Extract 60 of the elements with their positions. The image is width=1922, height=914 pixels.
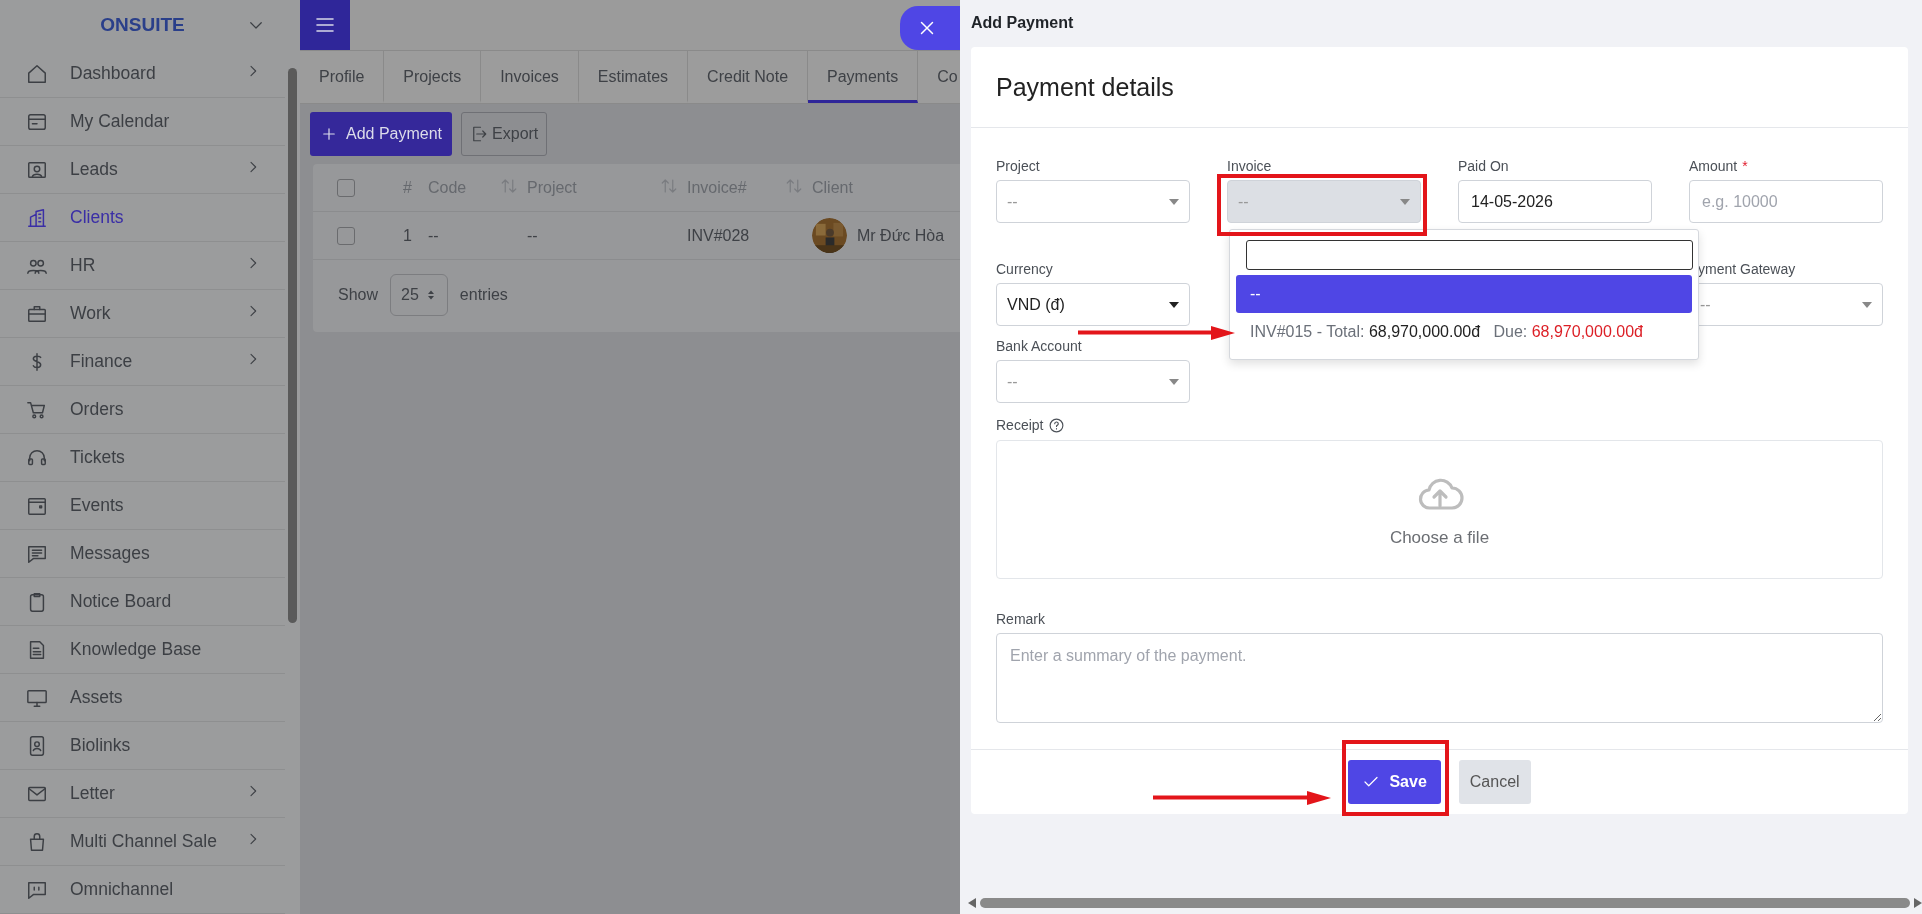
help-icon (1048, 417, 1066, 434)
field-label: Bank Account (996, 338, 1082, 354)
field-label: Invoice (1227, 158, 1272, 174)
table-cell: Mr Đức Hòa (857, 226, 945, 245)
file-dropzone[interactable]: Choose a file (996, 440, 1883, 579)
export-button[interactable]: Export (461, 112, 548, 156)
required-mark: * (1742, 158, 1748, 174)
field-label: Paid On (1458, 158, 1509, 174)
dropdown-option[interactable]: -- (1236, 275, 1692, 313)
tab[interactable]: Estimates (578, 51, 689, 103)
add-payment-button[interactable]: Add Payment (310, 112, 453, 156)
tab[interactable]: Profile (300, 51, 385, 103)
show-label: Show (338, 286, 379, 304)
close-button[interactable] (900, 6, 960, 50)
checkbox[interactable] (337, 178, 355, 197)
select-field[interactable]: -- (996, 360, 1190, 403)
caret-icon (1400, 198, 1410, 205)
tab[interactable]: Credit Note (688, 51, 809, 103)
cancel-button[interactable]: Cancel (1458, 760, 1531, 804)
table-cell-text: 1 (403, 226, 413, 245)
sort-icon (500, 176, 518, 195)
building-icon (26, 206, 48, 229)
card-title: Payment details (996, 72, 1174, 102)
caret-icon (1169, 301, 1179, 308)
table-cell-text: -- (428, 226, 440, 245)
scroll-right-icon[interactable] (1914, 898, 1922, 908)
field-label: Currency (996, 261, 1053, 277)
caret-icon (1169, 198, 1179, 205)
field-label: yment Gateway (1698, 261, 1796, 277)
select-field[interactable]: VND (đ) (996, 283, 1190, 326)
sort-icon (785, 176, 803, 195)
caret-icon (1169, 378, 1179, 385)
save-button[interactable]: Save (1348, 760, 1441, 804)
field-label: Amount (1689, 158, 1738, 174)
input-field[interactable]: 14-05-2026 (1458, 180, 1652, 223)
table-cell-text: -- (527, 226, 539, 245)
tab[interactable]: Projects (384, 51, 482, 103)
export-icon (470, 125, 489, 143)
tab[interactable]: Payments (808, 51, 919, 103)
tab[interactable]: Invoices (481, 51, 579, 103)
brand-name: ONSUITE (100, 14, 185, 36)
field-label: Remark (996, 611, 1045, 627)
house-icon (26, 62, 48, 85)
scroll-left-icon[interactable] (968, 898, 976, 908)
field-label: Receipt (996, 417, 1044, 434)
select-field[interactable]: -- (996, 180, 1190, 223)
caret-icon (1862, 301, 1872, 308)
input-field[interactable]: e.g. 10000 (1689, 180, 1883, 223)
sort-icon (660, 176, 678, 195)
remark-field[interactable]: Enter a summary of the payment. (996, 633, 1883, 723)
checkbox[interactable] (337, 226, 355, 245)
table-cell-text: INV#028 (687, 226, 751, 245)
column-header: # (403, 178, 413, 197)
page-size-select[interactable]: 25 (390, 274, 448, 316)
panel-title: Add Payment (971, 14, 1074, 31)
plus-icon (320, 125, 338, 143)
entries-label: entries (459, 286, 508, 304)
field-label: Project (996, 158, 1040, 174)
menu-button[interactable] (300, 0, 350, 50)
search-field[interactable] (1246, 240, 1693, 270)
